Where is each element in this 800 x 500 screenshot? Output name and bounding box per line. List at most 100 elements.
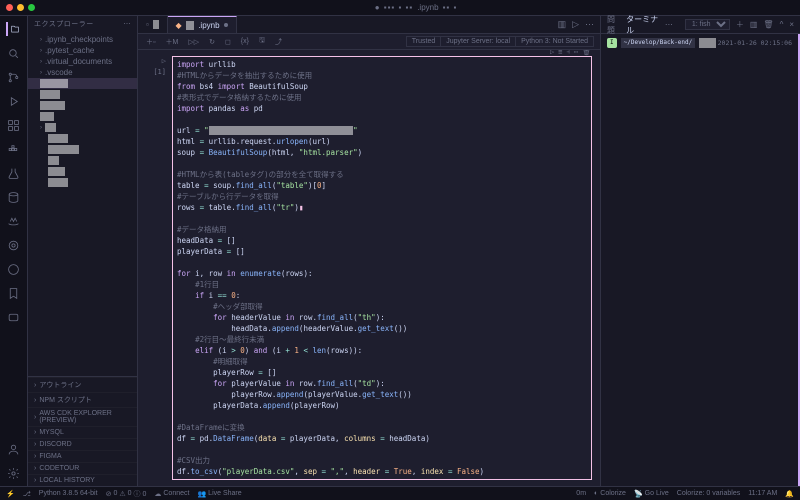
extensions-icon[interactable]	[7, 118, 21, 132]
problems-status[interactable]: ⊘ 0 ⚠ 0 ⓘ 0	[106, 489, 147, 499]
source-control-icon[interactable]	[7, 70, 21, 84]
window-controls	[6, 4, 35, 11]
prompt-cwd: ~/Develop/Back-end/	[621, 38, 696, 48]
section-aws[interactable]: ›AWS CDK EXPLORER (PREVIEW)	[28, 407, 137, 426]
panel-tab-terminal[interactable]: ターミナル	[626, 14, 659, 36]
status-colorize-vars[interactable]: Colorize: 0 variables	[677, 490, 740, 497]
git-branch[interactable]: ⎇	[23, 490, 31, 498]
notebook-editor[interactable]: ▷ [1] ▷ ≡ ⫞ ⋯ 🗑 import urllib #HTMLからデータ…	[138, 50, 600, 486]
account-icon[interactable]	[7, 442, 21, 456]
bookmark-icon[interactable]	[7, 286, 21, 300]
tab-previous[interactable]: ▫▪▪	[138, 16, 168, 33]
remote-icon[interactable]: ⚡	[6, 490, 15, 498]
file-tree: ›.ipynb_checkpoints ›.pytest_cache ›.vir…	[28, 32, 137, 376]
activity-bar	[0, 16, 28, 486]
run-icon[interactable]: ▷▷	[186, 38, 201, 46]
trusted-badge[interactable]: Trusted	[406, 36, 441, 47]
section-figma[interactable]: ›FIGMA	[28, 450, 137, 462]
status-bar: ⚡ ⎇ Python 3.8.5 64-bit ⊘ 0 ⚠ 0 ⓘ 0 ☁ Co…	[0, 486, 800, 500]
tree-file[interactable]: ▪▪▪ ▪▪▪▪▪	[28, 100, 137, 111]
prompt-badge: I	[607, 38, 617, 48]
cell-more-icon[interactable]: ⋯	[574, 50, 578, 58]
tree-folder[interactable]: ›.ipynb_checkpoints	[28, 34, 137, 45]
status-time[interactable]: 0m	[576, 490, 586, 497]
terminal-select[interactable]: 1: fish	[685, 19, 730, 30]
close-panel-icon[interactable]: ×	[789, 20, 794, 29]
tree-file[interactable]: ▪▪▪▪▪▪	[28, 166, 137, 177]
split-editor-icon[interactable]: ▥	[558, 19, 567, 30]
tree-file[interactable]: ▪▪▪▪▪▪▪▪▪▪▪	[28, 144, 137, 155]
jupyter-icon[interactable]	[7, 238, 21, 252]
tree-file[interactable]: ▪▪▪▪▪▪▪▪▪▪	[28, 78, 137, 89]
more-actions-icon[interactable]: ⋯	[585, 19, 594, 30]
cell-line-by-line-icon[interactable]: ≡	[558, 50, 562, 58]
window-title: ● ▪▪▪ ▪ ▪▪ .ipynb ▪▪ ▪	[38, 3, 794, 12]
panel-tab-problems[interactable]: 問題	[607, 14, 620, 36]
database-icon[interactable]	[7, 190, 21, 204]
cell-split-icon[interactable]: ⫞	[566, 50, 570, 58]
cell-prompt: [1]	[142, 67, 166, 78]
kill-terminal-icon[interactable]: 🗑	[763, 20, 773, 29]
tree-file[interactable]: ▪▪▪▪	[28, 155, 137, 166]
test-icon[interactable]	[7, 166, 21, 180]
restart-icon[interactable]: ↻	[207, 38, 217, 46]
live-share[interactable]: 👥 Live Share	[197, 490, 241, 498]
python-interpreter[interactable]: Python 3.8.5 64-bit	[39, 490, 98, 497]
tree-file[interactable]: ▪▪▪▪▪▪▪	[28, 89, 137, 100]
run-cell-icon[interactable]: ▷	[142, 56, 166, 67]
debug-icon[interactable]	[7, 94, 21, 108]
add-cell-icon[interactable]: ＋▫	[144, 37, 157, 47]
section-discord[interactable]: ›DISCORD	[28, 438, 137, 450]
kernel-badge[interactable]: Python 3: Not Started	[516, 36, 594, 47]
split-terminal-icon[interactable]: ▥	[750, 20, 758, 29]
terminal-header: 問題 ターミナル ⋯ 1: fish ＋ ▥ 🗑 ^ ×	[601, 16, 800, 34]
tree-folder[interactable]: ›.pytest_cache	[28, 45, 137, 56]
more-icon[interactable]: ⋯	[124, 20, 132, 28]
tree-folder[interactable]: ›.vscode	[28, 67, 137, 78]
export-icon[interactable]: ⤴	[273, 37, 284, 47]
explorer-icon[interactable]	[6, 22, 20, 36]
discord-icon[interactable]	[7, 310, 21, 324]
save-icon[interactable]: 🖫	[257, 36, 267, 47]
window-titlebar: ● ▪▪▪ ▪ ▪▪ .ipynb ▪▪ ▪	[0, 0, 800, 16]
terminal-body[interactable]: 2021-01-26 02:15:06 I ~/Develop/Back-end…	[601, 34, 800, 486]
editor-tabs: ▫▪▪ ◆▪▪▪.ipynb ▥ ▷ ⋯	[138, 16, 600, 34]
jupyter-server-badge[interactable]: Jupyter Server: local	[441, 36, 516, 47]
notifications-icon[interactable]: 🔔	[785, 490, 794, 498]
maximize-icon[interactable]	[28, 4, 35, 11]
settings-icon[interactable]	[7, 466, 21, 480]
sidebar-title: エクスプローラー⋯	[28, 16, 137, 32]
status-golive[interactable]: 📡 Go Live	[634, 490, 669, 498]
cell-gutter: ▷ [1]	[142, 56, 172, 480]
aws-icon[interactable]	[7, 214, 21, 228]
new-terminal-icon[interactable]: ＋	[736, 19, 744, 30]
section-localhistory[interactable]: ›LOCAL HISTORY	[28, 474, 137, 486]
tree-file[interactable]: ›▪▪▪▪	[28, 122, 137, 133]
section-outline[interactable]: ›アウトライン	[28, 377, 137, 392]
sidebar-sections: ›アウトライン ›NPM スクリプト ›AWS CDK EXPLORER (PR…	[28, 376, 137, 486]
aws-connect[interactable]: ☁ Connect	[154, 490, 189, 498]
explorer-sidebar: エクスプローラー⋯ ›.ipynb_checkpoints ›.pytest_c…	[28, 16, 138, 486]
status-colorize[interactable]: ◐ Colorize	[594, 490, 626, 497]
search-icon[interactable]	[7, 46, 21, 60]
cell-run-icon[interactable]: ▷	[550, 50, 554, 58]
tab-notebook[interactable]: ◆▪▪▪.ipynb	[168, 16, 237, 33]
github-icon[interactable]	[7, 262, 21, 276]
tree-file[interactable]: ▪▪▪▪▪▪▪	[28, 133, 137, 144]
run-all-icon[interactable]: ▷	[572, 19, 579, 30]
code-cell[interactable]: ▷ [1] ▷ ≡ ⫞ ⋯ 🗑 import urllib #HTMLからデータ…	[142, 56, 592, 480]
interrupt-icon[interactable]: ◻	[223, 38, 233, 46]
section-mysql[interactable]: ›MYSQL	[28, 426, 137, 438]
section-codetour[interactable]: ›CODETOUR	[28, 462, 137, 474]
tree-file[interactable]: ▪▪▪▪▪	[28, 111, 137, 122]
tree-folder[interactable]: ›.virtual_documents	[28, 56, 137, 67]
section-npm[interactable]: ›NPM スクリプト	[28, 392, 137, 407]
close-icon[interactable]	[6, 4, 13, 11]
tree-file[interactable]: ▪▪▪▪▪▪▪	[28, 177, 137, 188]
maximize-panel-icon[interactable]: ^	[780, 20, 784, 29]
add-markdown-icon[interactable]: ＋M	[163, 37, 180, 47]
variables-icon[interactable]: {x}	[239, 38, 251, 45]
docker-icon[interactable]	[7, 142, 21, 156]
cell-delete-icon[interactable]: 🗑	[582, 50, 591, 58]
minimize-icon[interactable]	[17, 4, 24, 11]
